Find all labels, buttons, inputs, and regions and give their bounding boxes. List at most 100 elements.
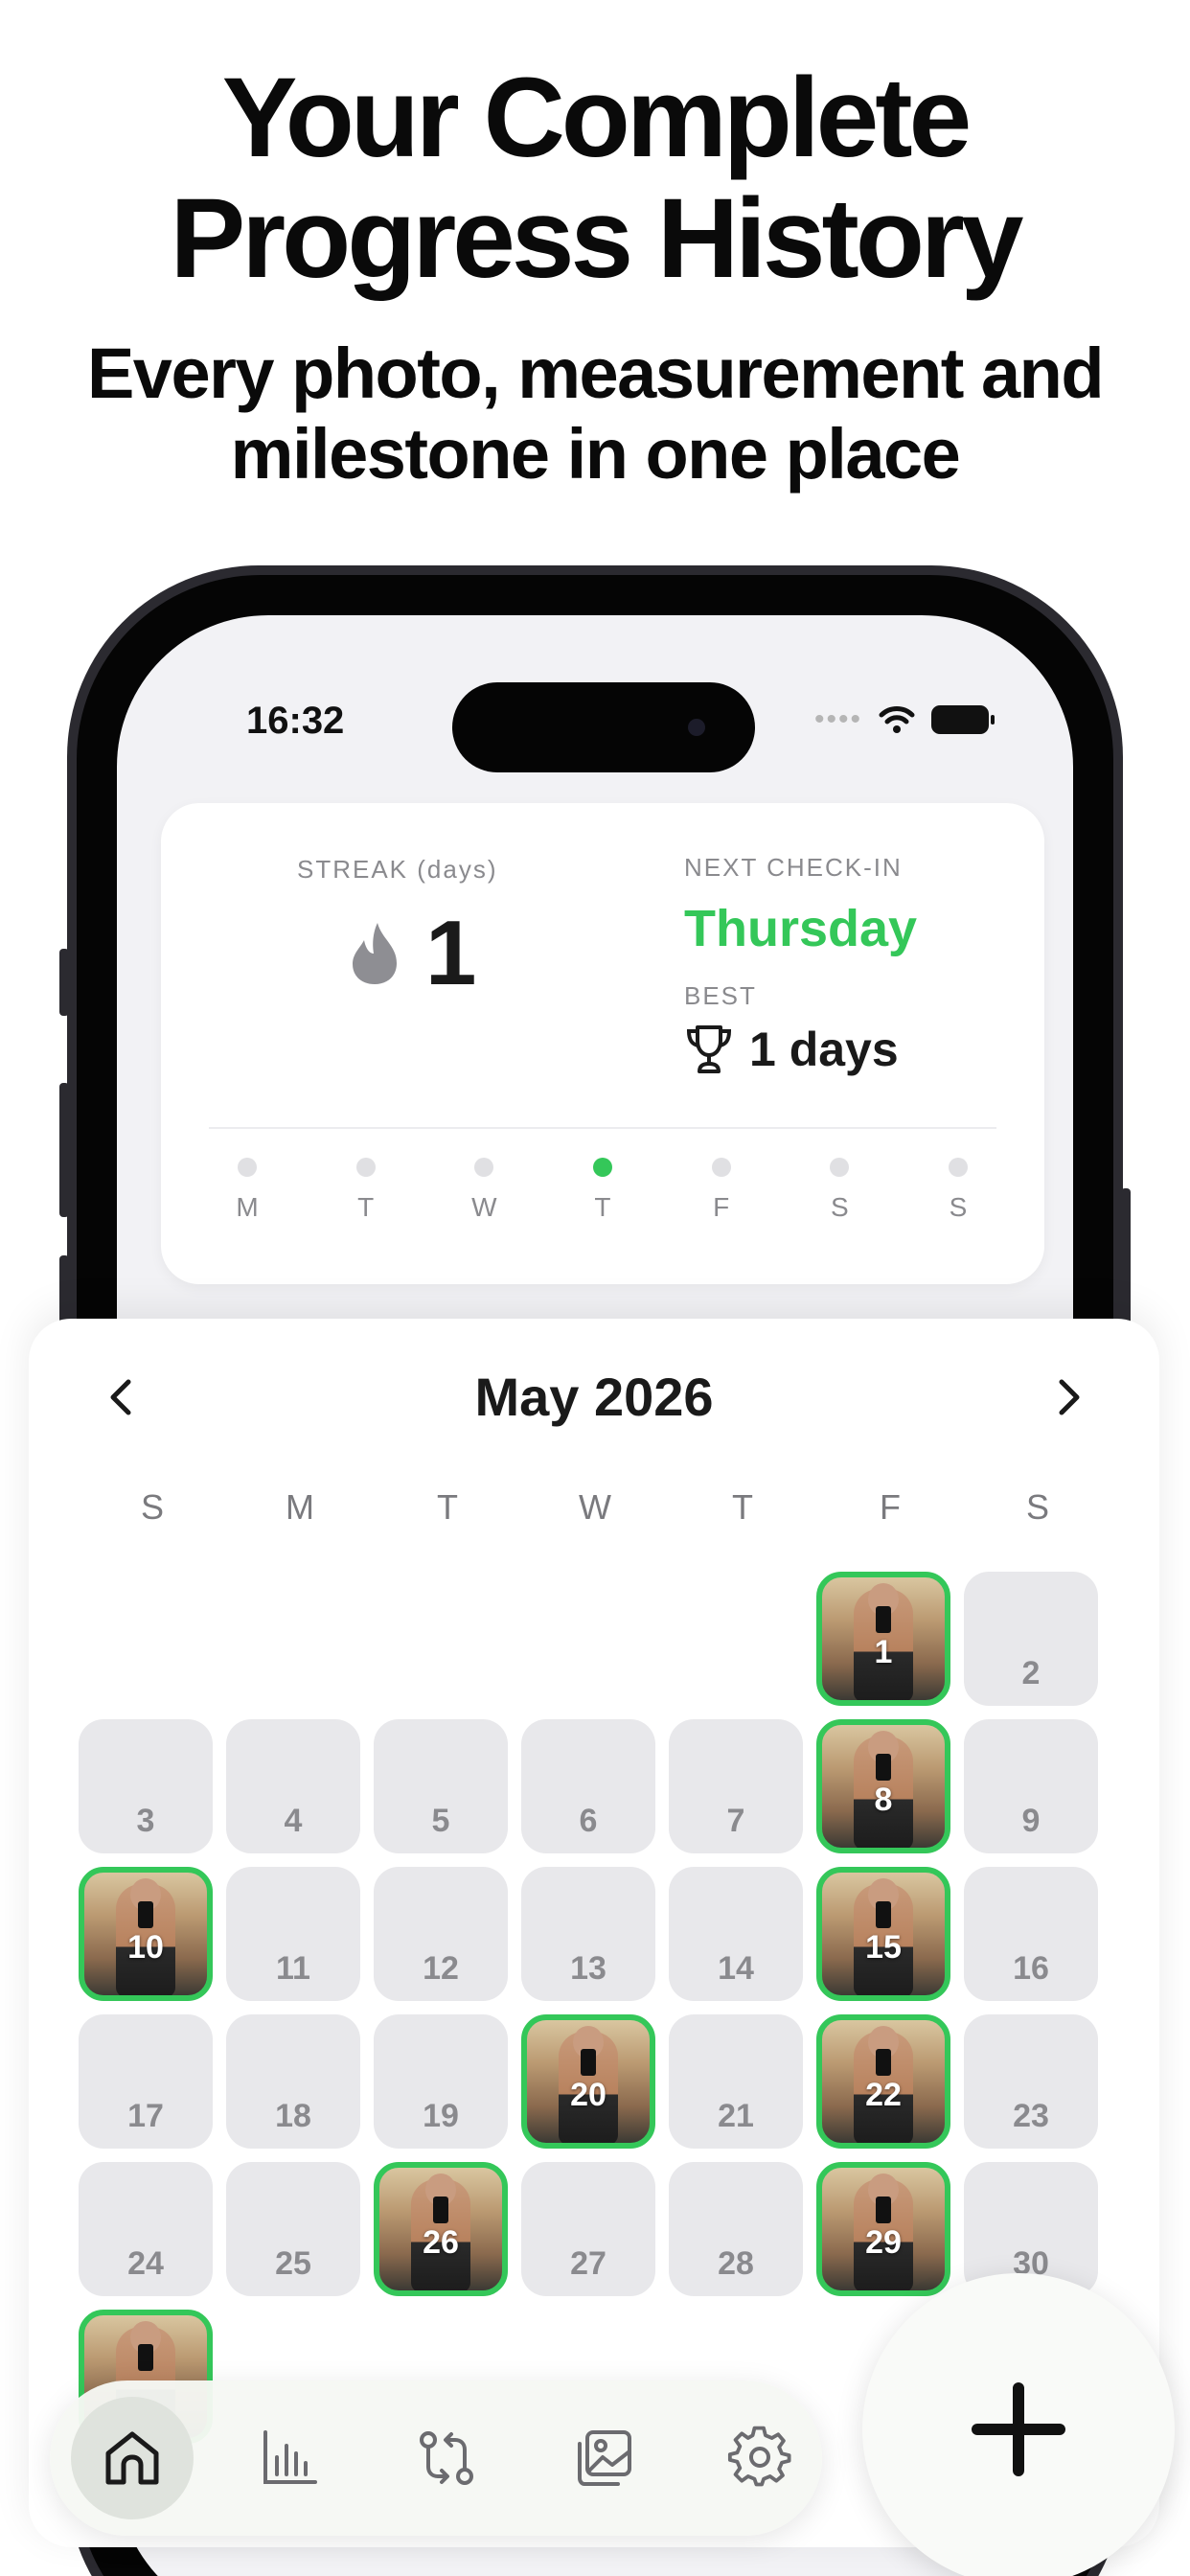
- streak-value: 1: [349, 901, 476, 1006]
- week-day: W: [455, 1158, 513, 1223]
- day-cell[interactable]: 13: [521, 1867, 655, 2001]
- weekday-label: T: [437, 1487, 458, 1527]
- gallery-icon: [578, 2430, 631, 2486]
- chart-icon: [263, 2430, 317, 2484]
- day-cell-with-photo[interactable]: 26: [374, 2162, 508, 2296]
- day-number: 29: [865, 2224, 902, 2261]
- day-cell-with-photo[interactable]: 15: [816, 1867, 950, 2001]
- day-number: 22: [865, 2077, 902, 2113]
- tab-stats[interactable]: [228, 2397, 351, 2519]
- streak-number: 1: [425, 902, 477, 1004]
- week-tracker: MTWTFSS: [190, 1158, 1016, 1223]
- next-month-button[interactable]: [1039, 1368, 1096, 1426]
- signal-icon: ••••: [813, 703, 862, 735]
- day-number: 12: [423, 1950, 459, 1987]
- tab-settings[interactable]: [699, 2397, 822, 2519]
- flame-icon: [353, 923, 397, 984]
- week-day-dot: [355, 1158, 376, 1177]
- day-cell[interactable]: 12: [374, 1867, 508, 2001]
- best-streak: 1 days: [684, 1022, 899, 1077]
- streak-card: STREAK (days) 1 NEXT CHECK-IN Thursday B…: [161, 803, 1044, 1284]
- day-cell-with-photo[interactable]: 1: [816, 1572, 950, 1706]
- next-checkin-day: Thursday: [684, 900, 918, 957]
- week-day-label: M: [236, 1192, 259, 1222]
- empty-cell: [669, 1572, 803, 1706]
- day-cell[interactable]: 14: [669, 1867, 803, 2001]
- day-cell-with-photo[interactable]: 8: [816, 1719, 950, 1853]
- day-cell[interactable]: 5: [374, 1719, 508, 1853]
- headline-subtitle-line-2: milestone in one place: [230, 414, 961, 494]
- day-cell[interactable]: 4: [226, 1719, 360, 1853]
- day-cell[interactable]: 24: [79, 2162, 213, 2296]
- chevron-right-icon: [1059, 1379, 1080, 1415]
- day-cell-with-photo[interactable]: 10: [79, 1867, 213, 2001]
- week-day: T: [337, 1158, 395, 1223]
- day-cell[interactable]: 17: [79, 2014, 213, 2149]
- plus-icon: [972, 2382, 1065, 2476]
- day-cell[interactable]: 7: [669, 1719, 803, 1853]
- day-cell[interactable]: 6: [521, 1719, 655, 1853]
- day-cell-with-photo[interactable]: 22: [816, 2014, 950, 2149]
- photo-phone: [876, 1606, 891, 1633]
- chevron-left-icon: [110, 1379, 131, 1415]
- day-cell[interactable]: 21: [669, 2014, 803, 2149]
- day-number: 6: [579, 1803, 598, 1839]
- week-day: S: [929, 1158, 987, 1223]
- day-number: 15: [865, 1929, 902, 1966]
- day-cell[interactable]: 9: [964, 1719, 1098, 1853]
- streak-label: STREAK (days): [297, 855, 498, 884]
- day-number: 26: [423, 2224, 459, 2261]
- week-day-dot: [474, 1158, 494, 1177]
- day-cell[interactable]: 28: [669, 2162, 803, 2296]
- day-number: 28: [718, 2245, 754, 2282]
- day-cell-with-photo[interactable]: 29: [816, 2162, 950, 2296]
- headline-title-line-2: Progress History: [170, 175, 1024, 302]
- tab-gallery[interactable]: [542, 2397, 665, 2519]
- day-number: 4: [284, 1803, 303, 1839]
- add-button[interactable]: [862, 2273, 1175, 2576]
- week-day: M: [218, 1158, 276, 1223]
- day-cell[interactable]: 3: [79, 1719, 213, 1853]
- day-cell[interactable]: 2: [964, 1572, 1098, 1706]
- day-cell[interactable]: 18: [226, 2014, 360, 2149]
- day-number: 18: [275, 2098, 311, 2134]
- day-cell[interactable]: 27: [521, 2162, 655, 2296]
- day-cell[interactable]: 25: [226, 2162, 360, 2296]
- calendar-month-title: May 2026: [474, 1367, 714, 1427]
- day-number: 24: [127, 2245, 164, 2282]
- best-streak-value: 1 days: [749, 1023, 899, 1076]
- day-cell[interactable]: 16: [964, 1867, 1098, 2001]
- photo-phone: [138, 1901, 153, 1928]
- day-number: 7: [726, 1803, 745, 1839]
- photo-phone: [876, 2196, 891, 2223]
- week-day-dot: [711, 1158, 731, 1177]
- tab-bar: [50, 2380, 822, 2536]
- tab-compare[interactable]: [385, 2397, 508, 2519]
- weekday-label: S: [1025, 1487, 1049, 1527]
- wifi-icon: [879, 706, 915, 733]
- card-divider: [209, 1127, 996, 1129]
- day-cell[interactable]: 11: [226, 1867, 360, 2001]
- week-day-label: F: [713, 1192, 730, 1222]
- volume-up-button: [59, 1083, 69, 1217]
- day-number: 3: [136, 1803, 155, 1839]
- day-number: 5: [431, 1803, 450, 1839]
- day-number: 25: [275, 2245, 311, 2282]
- compare-icon: [420, 2431, 473, 2485]
- day-cell[interactable]: 19: [374, 2014, 508, 2149]
- day-cell[interactable]: 23: [964, 2014, 1098, 2149]
- day-cell-with-photo[interactable]: 20: [521, 2014, 655, 2149]
- photo-phone: [138, 2344, 153, 2371]
- photo-phone: [876, 2049, 891, 2076]
- day-number: 27: [570, 2245, 606, 2282]
- side-button: [59, 949, 69, 1016]
- settings-icon: [727, 2426, 791, 2487]
- empty-cell: [226, 1572, 360, 1706]
- week-day: T: [574, 1158, 631, 1223]
- day-number: 21: [718, 2098, 754, 2134]
- previous-month-button[interactable]: [94, 1368, 151, 1426]
- tab-home[interactable]: [71, 2397, 194, 2519]
- day-number: 8: [874, 1782, 893, 1818]
- week-day-label: T: [357, 1192, 375, 1222]
- weekday-label: T: [732, 1487, 753, 1527]
